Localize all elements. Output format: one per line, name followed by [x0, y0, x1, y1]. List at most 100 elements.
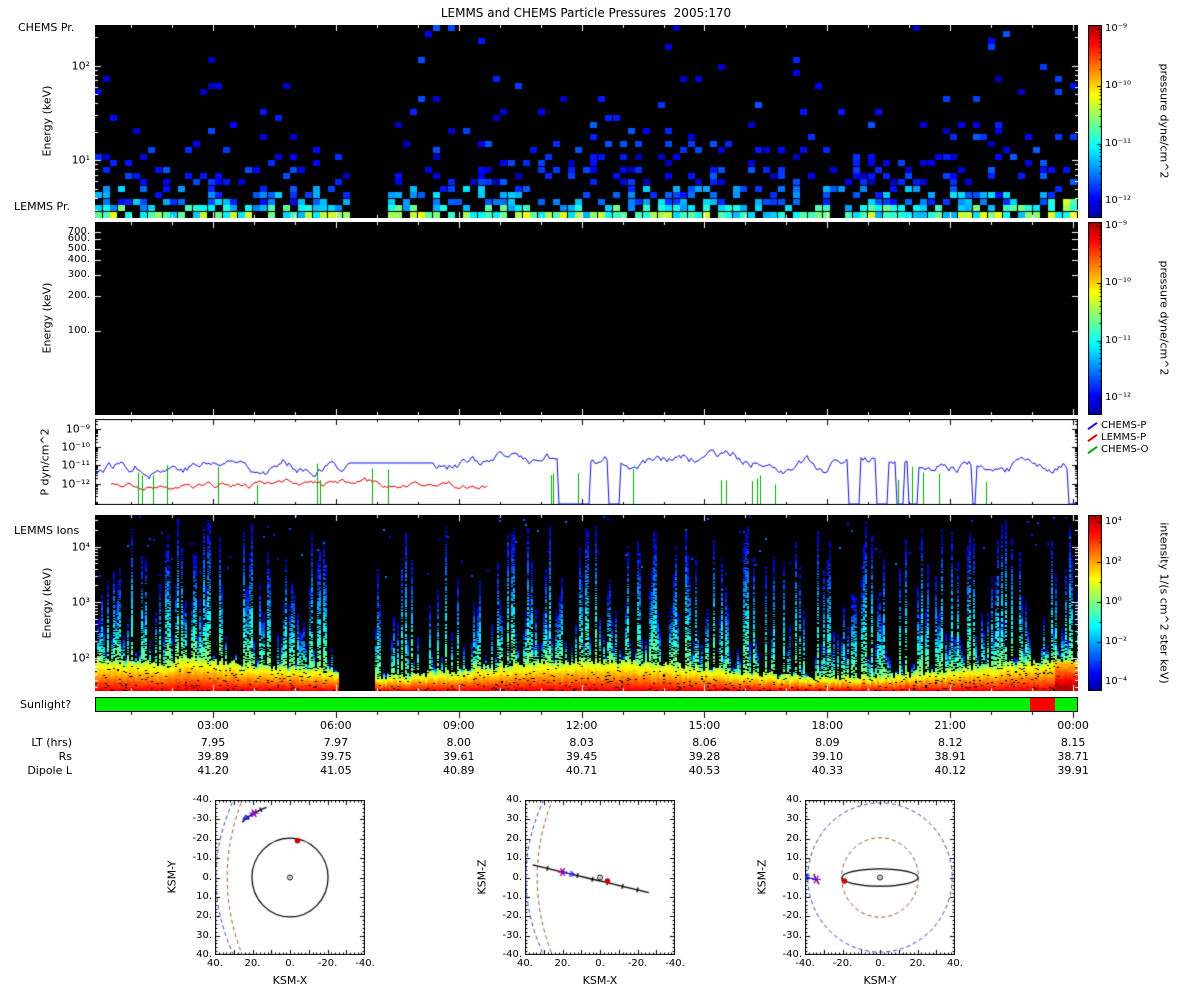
y-tick-label: 100. — [67, 324, 90, 336]
orbit-x-tick-label: -40. — [795, 958, 815, 969]
legend-label-chems-o: CHEMS-O — [1101, 444, 1149, 455]
legend-label-lemms-p: LEMMS-P — [1101, 432, 1147, 443]
y-tick-label: 10² — [71, 651, 90, 665]
time-tick-label: 09:00 — [442, 719, 475, 732]
y-tick-label: 10¹ — [71, 153, 90, 167]
y-tick-label: 10⁻⁹ — [65, 422, 90, 436]
orbit-y-tick-label: 40. — [506, 794, 522, 805]
orbit-y-tick-label: 20. — [506, 832, 522, 844]
orbit-plot-ksmx-ksmz — [525, 800, 675, 955]
y-axis-label-energy-1: Energy (keV) — [40, 85, 54, 157]
ephemeris-value: 7.95 — [200, 736, 226, 749]
ephemeris-value: 39.45 — [565, 750, 598, 763]
orbit-plot-ksmx-ksmy — [215, 800, 365, 955]
sunlight-segment — [1029, 698, 1056, 711]
lemms-pressure-spectrogram-canvas — [95, 222, 1078, 415]
orbit-y-tick-label: 10. — [196, 890, 212, 902]
colorbar-tick-label: 10⁻¹⁰ — [1105, 80, 1132, 92]
lemms-ion-spectrogram-canvas — [95, 515, 1078, 691]
row-label-dipole-l: Dipole L — [27, 764, 72, 777]
ephemeris-value: 8.15 — [1060, 736, 1086, 749]
y-tick-label: 10³ — [71, 595, 90, 609]
time-tick-label: 00:00 — [1057, 719, 1089, 732]
legend-swatch-chems-p — [1087, 422, 1098, 430]
orbit-y-tick-label: 10. — [506, 852, 522, 864]
orbit-y-tick-label: 0. — [512, 871, 522, 883]
orbit-y-tick-label: -10. — [502, 890, 522, 902]
orbit-xlabel-ksmx-1: KSM-X — [272, 974, 308, 987]
orbit-y-tick-label: -10. — [782, 890, 802, 902]
ephemeris-value: 39.89 — [197, 750, 229, 763]
y-tick-label: 200. — [67, 289, 90, 301]
row-label-lt: LT (hrs) — [31, 736, 72, 749]
colorbar-tick-label: 10⁻¹⁰ — [1105, 277, 1132, 289]
ephemeris-value: 8.09 — [815, 736, 840, 749]
y-tick-label: 500. — [67, 242, 90, 254]
time-tick-label: 15:00 — [688, 719, 721, 732]
y-tick-label: 10⁴ — [71, 540, 90, 554]
time-tick-label: 06:00 — [319, 719, 352, 732]
pressure-lineplot-canvas — [95, 419, 1078, 505]
y-tick-label: 10⁻¹² — [61, 477, 90, 490]
figure-title: LEMMS and CHEMS Particle Pressures 2005:… — [440, 6, 732, 20]
orbit-y-tick-label: 40. — [786, 794, 802, 805]
y-tick-label: 700. — [67, 225, 90, 237]
orbit-y-tick-label: 10. — [786, 852, 802, 864]
orbit-y-tick-label: -10. — [192, 852, 212, 864]
orbit-x-tick-label: -40. — [355, 958, 375, 969]
orbit-y-tick-label: -30. — [192, 813, 212, 825]
colorbar-tick-label: 10⁻⁹ — [1105, 23, 1128, 34]
ephemeris-value: 40.12 — [934, 764, 966, 777]
colorbar-tick-label: 10⁻¹¹ — [1105, 137, 1132, 149]
y-tick-label: 10² — [71, 59, 90, 73]
orbit-y-tick-label: -30. — [502, 929, 522, 941]
orbit-y-tick-label: 20. — [196, 910, 212, 922]
y-tick-label: 10⁻¹⁰ — [61, 440, 90, 454]
panel-label-lemms-ions: LEMMS Ions — [14, 524, 80, 537]
ephemeris-value: 40.33 — [811, 764, 844, 777]
sunlight-segment — [96, 698, 1030, 711]
legend-label-chems-p: CHEMS-P — [1101, 420, 1147, 431]
colorbar-tick-label: 10⁻⁹ — [1105, 220, 1128, 231]
panel-label-chems-pressure: CHEMS Pr. — [18, 21, 75, 34]
orbit-y-tick-label: -40. — [192, 794, 212, 805]
orbit-x-tick-label: -20. — [832, 958, 853, 969]
figure-root: LEMMS and CHEMS Particle Pressures 2005:… — [0, 0, 1200, 1000]
orbit-plot-ksmy-ksmz — [805, 800, 955, 955]
ephemeris-value: 38.91 — [934, 750, 966, 763]
orbit-x-tick-label: 0. — [285, 958, 295, 969]
orbit-y-tick-label: -20. — [192, 832, 212, 844]
orbit-x-tick-label: -40. — [665, 958, 685, 969]
orbit-y-tick-label: -40. — [782, 949, 802, 960]
orbit-x-tick-label: 40. — [207, 958, 223, 969]
ephemeris-value: 41.05 — [320, 764, 352, 777]
y-tick-label: 400. — [67, 254, 90, 266]
ephemeris-value: 7.97 — [323, 736, 349, 749]
colorbar-unit-label-pressure-1: pressure dyne/cm^2 — [1157, 63, 1171, 179]
ephemeris-value: 8.00 — [446, 736, 471, 749]
y-axis-label-pdyn: P dyn/cm^2 — [38, 428, 52, 496]
colorbar-unit-label-intensity: intensity 1/(s cm^2 ster keV) — [1157, 522, 1171, 684]
legend-swatch-chems-o — [1087, 446, 1098, 454]
y-tick-label: 10⁻¹¹ — [61, 458, 90, 472]
orbit-xlabel-ksmx-2: KSM-X — [582, 974, 618, 987]
orbit-xlabel-ksmy: KSM-Y — [863, 974, 897, 987]
ephemeris-value: 40.89 — [442, 764, 475, 777]
time-tick-label: 21:00 — [934, 719, 967, 732]
colorbar-tick-label: 10⁻¹² — [1105, 391, 1132, 403]
orbit-x-tick-label: -20. — [317, 958, 338, 969]
panel-label-sunlight: Sunlight? — [20, 698, 72, 711]
colorbar-tick-label: 10⁻⁴ — [1105, 676, 1128, 688]
y-axis-label-energy-4: Energy (keV) — [40, 567, 54, 639]
orbit-ylabel-ksmz-2: KSM-Z — [755, 859, 769, 895]
orbit-x-tick-label: 20. — [244, 958, 261, 969]
time-tick-label: 12:00 — [565, 719, 598, 732]
ephemeris-value: 39.28 — [688, 750, 721, 763]
orbit-y-tick-label: -30. — [782, 929, 802, 941]
ephemeris-value: 38.71 — [1057, 750, 1089, 763]
ephemeris-value: 39.75 — [320, 750, 352, 763]
orbit-x-tick-label: 20. — [909, 958, 926, 969]
colorbar-intensity — [1088, 515, 1102, 691]
orbit-x-tick-label: 0. — [595, 958, 605, 969]
time-tick-label: 03:00 — [197, 719, 229, 732]
